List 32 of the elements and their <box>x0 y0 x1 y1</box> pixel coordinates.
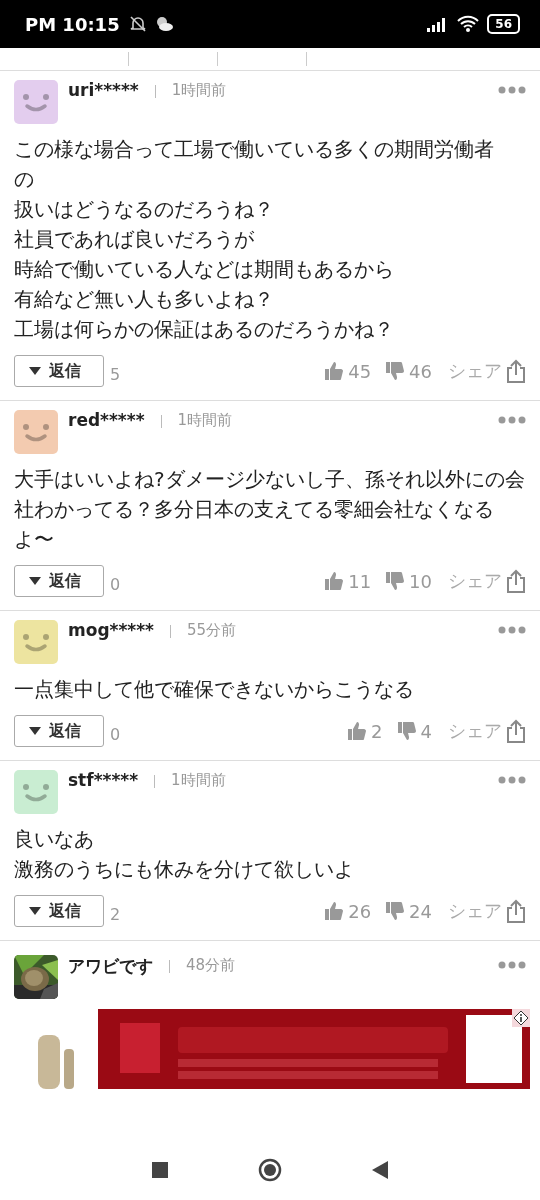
dislike-count: 46 <box>409 360 432 382</box>
username[interactable]: mog***** <box>68 620 154 640</box>
username[interactable]: アワビです <box>68 955 153 978</box>
post-time: 55分前 <box>187 621 237 640</box>
comment-text: 大手はいいよね?ダメージ少ないし子、孫それ以外にの会社わかってる？多分日本の支えてる零細会社なくなるよ〜 <box>14 466 526 553</box>
post-time: 1時間前 <box>171 771 226 790</box>
comment-text: 良いなあ 激務のうちにも休みを分けて欲しいよ <box>14 826 355 883</box>
clock: PM 10:15 <box>25 13 120 35</box>
post-time: 48分前 <box>186 956 236 975</box>
reply-count: 0 <box>110 574 121 594</box>
reply-count: 0 <box>110 724 121 744</box>
like-count: 11 <box>348 570 372 592</box>
username[interactable]: stf***** <box>68 770 139 790</box>
post-time: 1時間前 <box>171 81 227 100</box>
dislike-count: 10 <box>409 570 432 592</box>
like-count: 26 <box>348 900 372 922</box>
username[interactable]: red***** <box>68 410 145 430</box>
dislike-count: 4 <box>420 720 432 742</box>
comment-text: この様な場合って工場で働いている多くの期間労働者 の 扱いはどうなるのだろうね？ 社員であれば良いだろうが 時給で働いている人などは期間もあるから 有給など無い人も多いよね？ 工場は何らかの保証はあるのだろうかね？ <box>14 136 495 343</box>
like-count: 45 <box>348 360 372 382</box>
reply-count: 2 <box>110 904 121 924</box>
like-count: 2 <box>371 720 383 742</box>
reply-button[interactable]: 返信 <box>14 895 104 927</box>
post-time: 1時間前 <box>177 411 233 430</box>
reply-button[interactable]: 返信 <box>14 565 104 597</box>
reply-count: 5 <box>110 364 121 384</box>
battery-level: 56 <box>487 14 520 34</box>
username[interactable]: uri***** <box>68 80 139 100</box>
dislike-count: 24 <box>409 900 432 922</box>
reply-button[interactable]: 返信 <box>14 355 104 387</box>
reply-button[interactable]: 返信 <box>14 715 104 747</box>
comment-text: 一点集中して他で確保できないからこうなる <box>14 676 415 703</box>
